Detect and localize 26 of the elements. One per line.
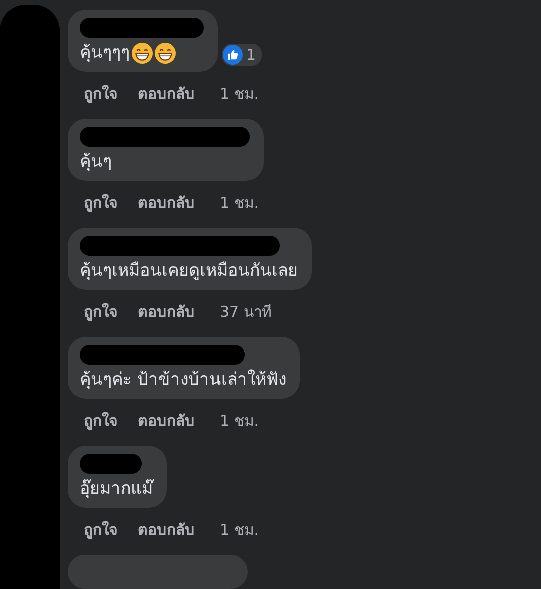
grinning-face-icon <box>132 42 153 64</box>
timestamp[interactable]: 1 ชม. <box>220 84 260 104</box>
thumbs-up-icon <box>223 45 244 65</box>
reply-link[interactable]: ตอบกลับ <box>138 193 195 213</box>
redaction-bar <box>80 454 142 474</box>
reply-link[interactable]: ตอบกลับ <box>138 520 195 540</box>
reaction-badge[interactable]: 1 <box>220 42 264 68</box>
reply-link[interactable]: ตอบกลับ <box>138 411 195 431</box>
grinning-face-icon <box>155 42 176 64</box>
timestamp[interactable]: 37 นาที <box>220 302 272 322</box>
like-link[interactable]: ถูกใจ <box>84 84 118 104</box>
timestamp[interactable]: 1 ชม. <box>220 193 260 213</box>
reply-link[interactable]: ตอบกลับ <box>138 84 195 104</box>
like-link[interactable]: ถูกใจ <box>84 193 118 213</box>
comment-text: คุ้นๆๆๆ <box>80 42 130 65</box>
like-link[interactable]: ถูกใจ <box>84 302 118 322</box>
comment-text: อุ๊ยมากแม๊ <box>80 478 153 501</box>
like-link[interactable]: ถูกใจ <box>84 520 118 540</box>
like-link[interactable]: ถูกใจ <box>84 411 118 431</box>
reply-link[interactable]: ตอบกลับ <box>138 302 195 322</box>
timestamp[interactable]: 1 ชม. <box>220 411 260 431</box>
timestamp[interactable]: 1 ชม. <box>220 520 260 540</box>
reaction-count: 1 <box>246 46 256 64</box>
comment-text: คุ้นๆค่ะ ป้าข้างบ้านเล่าให้ฟัง <box>80 368 286 392</box>
comment-text: คุ้นๆเหมือนเคยดูเหมือนกันเลย <box>80 260 298 283</box>
comment-text: คุ้นๆ <box>80 151 112 174</box>
